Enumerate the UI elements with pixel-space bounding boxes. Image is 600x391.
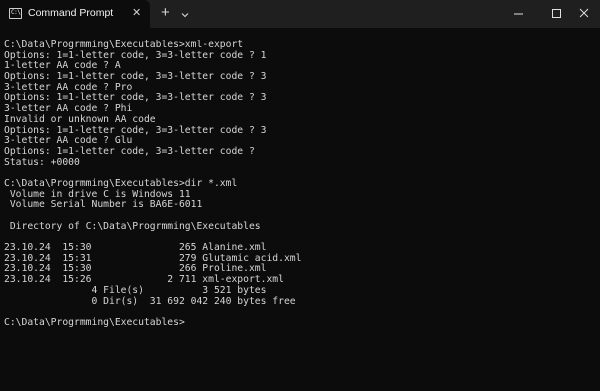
close-window-button[interactable] (556, 0, 600, 28)
terminal-line: Volume Serial Number is BA6E-6011 (4, 199, 203, 211)
terminal-icon: C:\ (9, 8, 22, 19)
title-bar[interactable]: C:\ Command Prompt ✕ + (0, 0, 600, 28)
terminal-line: Status: +0000 (4, 156, 80, 168)
terminal-line: 0 Dir(s) 31 692 042 240 bytes free (4, 295, 296, 307)
tab-command-prompt[interactable]: C:\ Command Prompt ✕ (0, 0, 150, 28)
chevron-down-icon[interactable] (180, 7, 190, 18)
terminal-line: Options: 1=1-letter code, 3=3-letter cod… (4, 145, 255, 157)
terminal-prompt-line: C:\Data\Progrmming\Executables> (4, 316, 185, 328)
command-prompt-window: C:\ Command Prompt ✕ + C:\Data\Progrmmin… (0, 0, 600, 391)
terminal-line: 4 File(s) 3 521 bytes (4, 284, 267, 296)
terminal-icon-label: C:\ (11, 9, 21, 16)
terminal-output[interactable]: C:\Data\Progrmming\Executables>xml-expor… (4, 40, 596, 380)
new-tab-button[interactable]: + (161, 5, 170, 21)
close-tab-icon[interactable]: ✕ (132, 7, 141, 20)
terminal-line: Invalid or unknown AA code (4, 113, 156, 125)
terminal-line: Directory of C:\Data\Progrmming\Executab… (4, 220, 261, 232)
close-icon (579, 8, 589, 18)
tab-title: Command Prompt (28, 7, 114, 19)
